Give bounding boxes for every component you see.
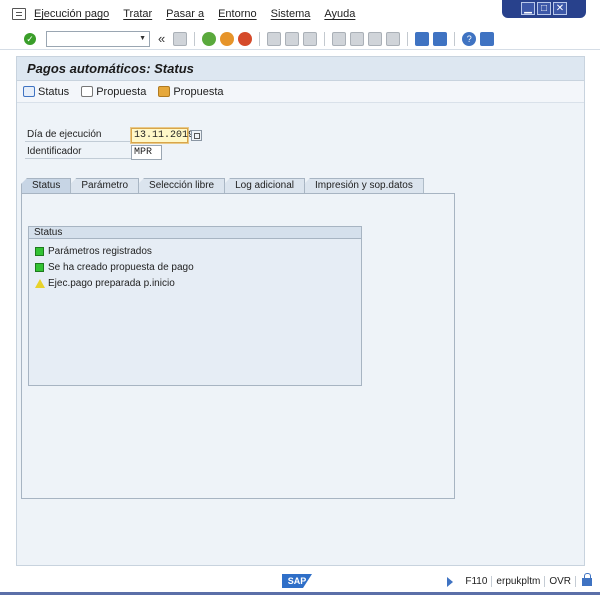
command-field[interactable]: ▼ <box>46 30 150 47</box>
first-page-icon[interactable] <box>332 31 347 46</box>
toolbar-separator <box>324 31 326 46</box>
proposal-button[interactable]: Propuesta <box>158 85 224 98</box>
status-tab-panel: Status Parámetros registrados Se ha crea… <box>21 193 455 499</box>
close-button[interactable]: ✕ <box>553 2 567 15</box>
menu-sistema[interactable]: Sistema <box>271 8 311 20</box>
identifier-row: Identificador MPR <box>25 144 162 160</box>
tab-impresion[interactable]: Impresión y sop.datos <box>304 178 424 193</box>
find-next-icon[interactable] <box>303 31 318 46</box>
run-date-row: Día de ejecución 13.11.2019 <box>25 127 202 143</box>
menu-icon[interactable] <box>12 8 26 20</box>
server-name: erpukpltm <box>492 576 546 587</box>
page-title: Pagos automáticos: Status <box>27 61 194 76</box>
identifier-label: Identificador <box>25 145 131 159</box>
save-icon[interactable] <box>173 31 188 46</box>
find-icon[interactable] <box>285 31 300 46</box>
status-button-label: Status <box>38 85 70 98</box>
status-group-title: Status <box>29 227 361 239</box>
main-screen: Pagos automáticos: Status Status Propues… <box>16 56 585 566</box>
status-line-text: Se ha creado propuesta de pago <box>48 261 194 273</box>
help-icon[interactable]: ? <box>462 31 477 46</box>
shortcut-icon[interactable] <box>433 31 448 46</box>
status-line: Parámetros registrados <box>35 244 152 258</box>
toolbar-separator <box>194 31 196 46</box>
menu-entorno[interactable]: Entorno <box>218 8 257 20</box>
tab-parametro[interactable]: Parámetro <box>70 178 140 193</box>
chevron-down-icon[interactable]: ▼ <box>139 35 146 42</box>
tab-seleccion-libre[interactable]: Selección libre <box>138 178 226 193</box>
status-button[interactable]: Status <box>23 86 69 98</box>
tab-status[interactable]: Status <box>21 178 72 193</box>
collapse-icon[interactable]: « <box>158 31 165 46</box>
status-line-text: Parámetros registrados <box>48 245 152 257</box>
green-status-icon <box>35 262 44 272</box>
status-icon <box>23 86 35 97</box>
status-line: Ejec.pago preparada p.inicio <box>35 276 175 290</box>
cancel-icon[interactable] <box>238 31 253 46</box>
toolbar-separator <box>407 31 409 46</box>
new-session-icon[interactable] <box>415 31 430 46</box>
transaction-code[interactable]: F110 <box>461 576 493 587</box>
standard-toolbar: ✓ ▼ « ? <box>0 28 600 50</box>
minimize-button[interactable]: ▁ <box>521 2 535 15</box>
proposal-icon <box>158 86 171 97</box>
play-icon[interactable] <box>447 576 454 587</box>
lock-icon[interactable] <box>582 572 592 586</box>
proposal-edit-button-label: Propuesta <box>96 85 147 98</box>
system-info: F110 erpukpltm OVR <box>447 572 592 587</box>
toolbar-separator <box>454 31 456 46</box>
last-page-icon[interactable] <box>386 31 401 46</box>
menu-pasar-a[interactable]: Pasar a <box>166 8 204 20</box>
layout-menu-icon[interactable] <box>480 31 495 46</box>
tab-strip: Status Parámetro Selección libre Log adi… <box>21 178 424 193</box>
menu-ayuda[interactable]: Ayuda <box>324 8 355 20</box>
menu-ejecucion-pago[interactable]: Ejecución pago <box>34 8 109 20</box>
exit-icon[interactable] <box>220 31 235 46</box>
toolbar-separator <box>259 31 261 46</box>
proposal-edit-button[interactable]: Propuesta <box>81 86 146 98</box>
insert-mode[interactable]: OVR <box>545 576 576 587</box>
status-line: Se ha creado propuesta de pago <box>35 260 194 274</box>
title-bar: Pagos automáticos: Status <box>17 57 584 81</box>
proposal-edit-icon <box>81 86 94 97</box>
menu-tratar[interactable]: Tratar <box>123 8 152 20</box>
status-group: Status Parámetros registrados Se ha crea… <box>28 226 362 386</box>
run-date-label: Día de ejecución <box>25 128 131 142</box>
previous-page-icon[interactable] <box>350 31 365 46</box>
status-line-text: Ejec.pago preparada p.inicio <box>48 277 175 289</box>
back-icon[interactable] <box>202 31 217 46</box>
warning-icon <box>35 278 45 288</box>
tab-log-adicional[interactable]: Log adicional <box>224 178 306 193</box>
print-icon[interactable] <box>267 31 282 46</box>
proposal-button-label: Propuesta <box>173 85 224 98</box>
enter-icon[interactable]: ✓ <box>24 32 36 45</box>
identifier-field[interactable]: MPR <box>131 144 162 160</box>
sap-logo: SAP <box>282 574 312 588</box>
value-help-icon[interactable] <box>191 129 202 141</box>
maximize-button[interactable]: □ <box>537 2 551 15</box>
command-input[interactable] <box>47 31 137 46</box>
green-status-icon <box>35 246 44 256</box>
next-page-icon[interactable] <box>368 31 383 46</box>
run-date-field[interactable]: 13.11.2019 <box>131 127 194 143</box>
window-controls: ▁ □ ✕ <box>502 0 586 18</box>
application-toolbar: Status Propuesta Propuesta <box>17 81 584 103</box>
